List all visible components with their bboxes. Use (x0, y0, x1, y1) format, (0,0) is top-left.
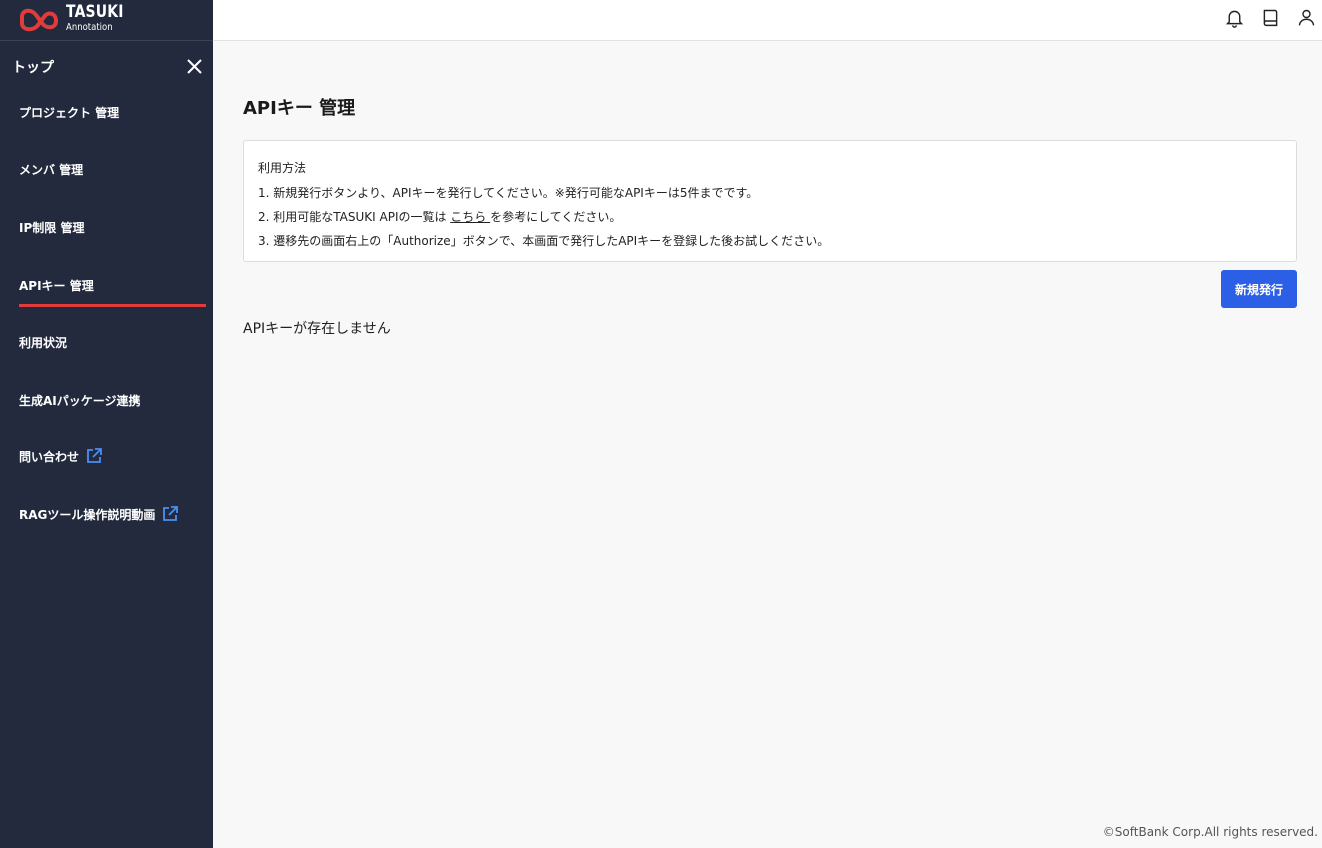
sidebar-item-api-keys[interactable]: APIキー 管理 (19, 274, 207, 296)
page-title: APIキー 管理 (243, 98, 356, 119)
sidebar-item-label: メンバ 管理 (19, 162, 84, 177)
app-root: TASUKI Annotation トップ プロジェクト 管理 メンバ 管理 I… (0, 0, 1322, 848)
manual-button[interactable] (1259, 6, 1282, 28)
instruction-line-1: 1. 新規発行ボタンより、APIキーを発行してください。※発行可能なAPIキーは… (258, 186, 759, 200)
main-content: APIキー 管理 利用方法 1. 新規発行ボタンより、APIキーを発行してくださ… (213, 41, 1322, 848)
sidebar-item-usage[interactable]: 利用状況 (19, 331, 207, 353)
book-icon (1263, 9, 1278, 26)
logo-text: TASUKI Annotation (66, 4, 136, 33)
sidebar-item-label: RAGツール操作説明動画 (19, 507, 156, 522)
sidebar-item-contact[interactable]: 問い合わせ (19, 445, 207, 467)
sidebar-top-link[interactable]: トップ (12, 57, 54, 77)
instruction-line-2: 2. 利用可能なTASUKI APIの一覧は こちら を参考にしてください。 (258, 208, 1282, 225)
sidebar-item-label: APIキー 管理 (19, 278, 94, 293)
sidebar-item-rag-video[interactable]: RAGツール操作説明動画 (19, 503, 207, 525)
logo-title: TASUKI (66, 2, 124, 22)
close-icon (187, 59, 202, 74)
header-icon-group (1223, 6, 1318, 28)
api-docs-link[interactable]: こちら (450, 210, 490, 224)
sidebar-item-label: プロジェクト 管理 (19, 105, 120, 120)
sidebar-item-ip-restriction[interactable]: IP制限 管理 (19, 216, 207, 238)
active-indicator (19, 304, 206, 307)
sidebar-item-genai-package[interactable]: 生成AIパッケージ連携 (19, 389, 207, 411)
instructions-heading: 利用方法 (258, 161, 307, 175)
instruction-text: を参考にしてください。 (490, 210, 622, 224)
sidebar-item-label: IP制限 管理 (19, 220, 85, 235)
new-issue-button[interactable]: 新規発行 (1221, 270, 1297, 308)
tasuki-logo-icon (20, 8, 58, 32)
usage-instructions-box: 利用方法 1. 新規発行ボタンより、APIキーを発行してください。※発行可能なA… (243, 140, 1297, 262)
empty-state-message: APIキーが存在しません (243, 321, 391, 337)
sidebar-item-label: 問い合わせ (19, 449, 80, 464)
account-button[interactable] (1295, 6, 1318, 28)
logo[interactable]: TASUKI Annotation (0, 0, 213, 41)
sidebar-item-label: 利用状況 (19, 335, 68, 350)
bell-icon (1225, 10, 1244, 28)
external-link-icon (85, 447, 103, 465)
logo-subtitle: Annotation (66, 22, 113, 33)
copyright-footer: ©SoftBank Corp.All rights reserved. (1102, 825, 1318, 839)
instruction-line-3: 3. 遷移先の画面右上の「Authorize」ボタンで、本画面で発行したAPIキ… (258, 234, 830, 248)
instruction-text: 2. 利用可能なTASUKI APIの一覧は (258, 210, 451, 224)
sidebar-item-members[interactable]: メンバ 管理 (19, 158, 207, 180)
sidebar-item-label: 生成AIパッケージ連携 (19, 393, 141, 408)
sidebar-item-project[interactable]: プロジェクト 管理 (19, 101, 207, 123)
user-icon (1298, 9, 1315, 25)
sidebar-close-button[interactable] (186, 58, 203, 75)
notifications-button[interactable] (1223, 6, 1246, 28)
external-link-icon (161, 505, 179, 523)
sidebar: トップ プロジェクト 管理 メンバ 管理 IP制限 管理 APIキー 管理 利用… (0, 41, 213, 848)
top-header: TASUKI Annotation (0, 0, 1322, 41)
